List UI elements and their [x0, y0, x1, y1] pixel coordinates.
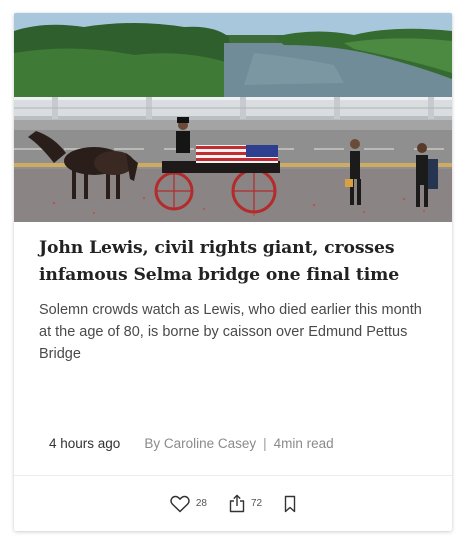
- bookmark-icon: [284, 495, 296, 513]
- read-time: 4min read: [273, 436, 334, 451]
- share-icon: [229, 494, 245, 513]
- byline[interactable]: By Caroline Casey: [144, 436, 256, 451]
- like-count: 28: [195, 498, 207, 509]
- like-button[interactable]: 28: [170, 495, 207, 513]
- heart-icon: [170, 495, 190, 513]
- publish-time: 4 hours ago: [49, 436, 121, 451]
- meta-separator: |: [263, 436, 267, 451]
- article-meta: 4 hours ago By Caroline Casey | 4min rea…: [49, 436, 334, 451]
- headline-line-2[interactable]: infamous Selma bridge one final time: [39, 265, 399, 285]
- article-card[interactable]: John Lewis, civil rights giant, crosses …: [14, 13, 452, 531]
- article-photo[interactable]: [14, 13, 452, 222]
- article-summary: Solemn crowds watch as Lewis, who died e…: [39, 302, 422, 362]
- share-count: 72: [251, 498, 263, 509]
- headline[interactable]: John Lewis, civil rights giant, crosses …: [39, 235, 434, 289]
- article-text: John Lewis, civil rights giant, crosses …: [39, 235, 434, 365]
- headline-line-1[interactable]: John Lewis, civil rights giant, crosses: [39, 238, 395, 258]
- share-button[interactable]: 72: [229, 494, 262, 513]
- bookmark-button[interactable]: [284, 495, 296, 513]
- action-bar: 28 72: [14, 476, 452, 531]
